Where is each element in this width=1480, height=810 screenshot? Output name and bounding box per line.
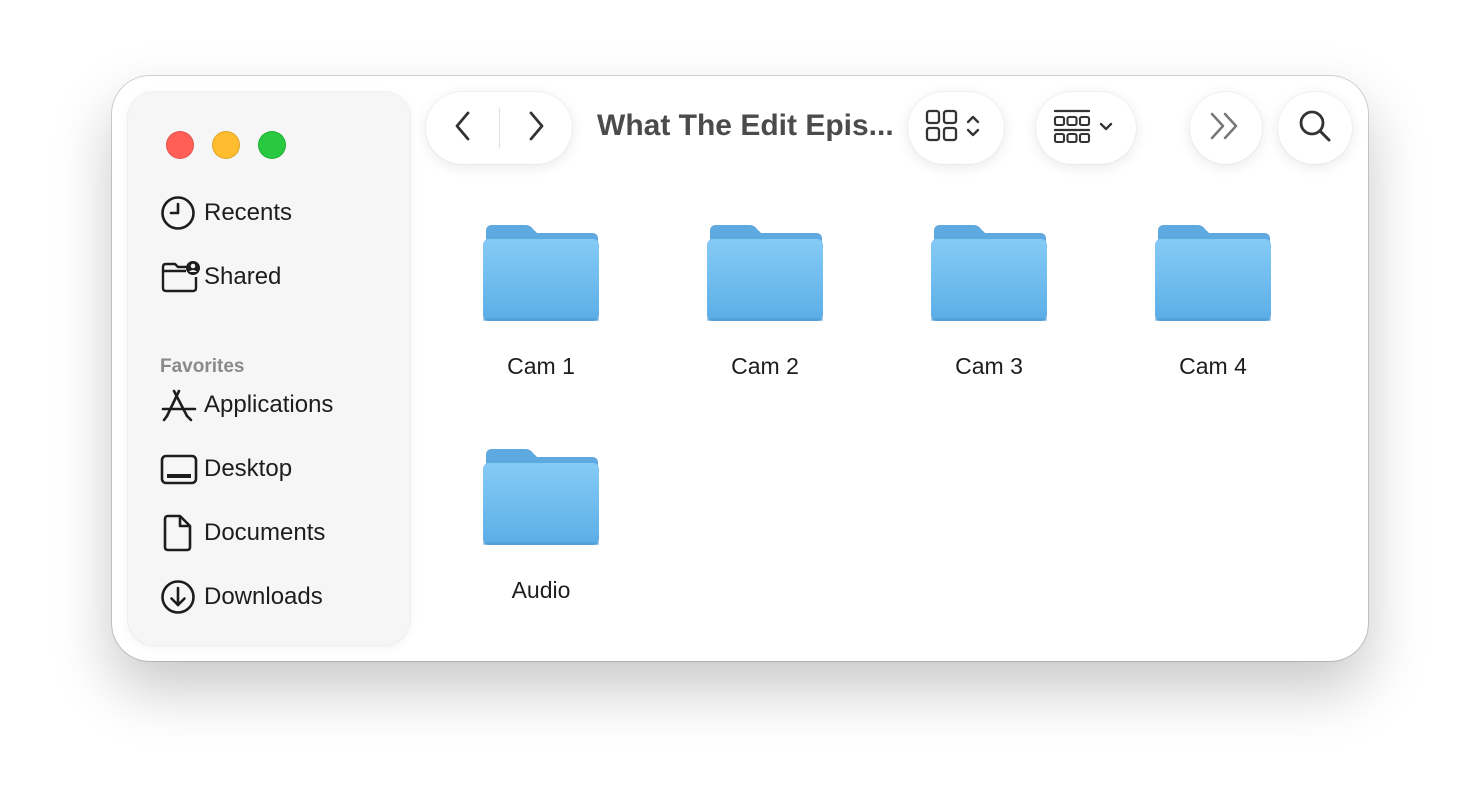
sidebar-item-recents[interactable]: Recents bbox=[160, 193, 400, 233]
folder-icon bbox=[928, 223, 1050, 323]
sidebar-item-label: Documents bbox=[204, 519, 326, 546]
view-mode-button[interactable] bbox=[908, 92, 1004, 164]
document-icon bbox=[160, 513, 200, 553]
sidebar: Recents Shared Favorites Applications De… bbox=[128, 92, 410, 645]
folder-item-cam-3[interactable]: Cam 3 bbox=[889, 223, 1089, 380]
applications-icon bbox=[160, 385, 200, 425]
sidebar-item-shared[interactable]: Shared bbox=[160, 257, 400, 297]
folder-item-cam-1[interactable]: Cam 1 bbox=[441, 223, 641, 380]
folder-icon bbox=[1152, 223, 1274, 323]
sidebar-item-desktop[interactable]: Desktop bbox=[160, 449, 400, 489]
desktop-icon bbox=[160, 449, 200, 489]
search-button[interactable] bbox=[1278, 92, 1352, 164]
folder-icon bbox=[704, 223, 826, 323]
sidebar-item-label: Downloads bbox=[204, 583, 323, 610]
chevron-right-icon bbox=[525, 110, 547, 147]
sidebar-item-label: Recents bbox=[204, 199, 293, 226]
sidebar-item-documents[interactable]: Documents bbox=[160, 513, 400, 553]
sidebar-item-label: Applications bbox=[204, 391, 334, 418]
close-window-button[interactable] bbox=[166, 131, 194, 159]
window-title: What The Edit Epis... bbox=[597, 109, 894, 142]
folder-name: Cam 1 bbox=[507, 353, 575, 379]
back-button[interactable] bbox=[427, 92, 499, 164]
more-toolbar-items-button[interactable] bbox=[1190, 92, 1262, 164]
sidebar-item-applications[interactable]: Applications bbox=[160, 385, 400, 425]
group-by-button[interactable] bbox=[1036, 92, 1136, 164]
finder-window: Recents Shared Favorites Applications De… bbox=[112, 76, 1368, 661]
forward-button[interactable] bbox=[500, 92, 572, 164]
clock-icon bbox=[160, 193, 200, 233]
navigation-group bbox=[426, 92, 572, 164]
search-icon bbox=[1298, 109, 1332, 148]
folder-item-cam-4[interactable]: Cam 4 bbox=[1113, 223, 1313, 380]
grid-view-icon bbox=[925, 108, 987, 149]
sidebar-section-favorites: Favorites bbox=[160, 356, 245, 377]
sidebar-item-label: Desktop bbox=[204, 455, 293, 482]
folder-item-cam-2[interactable]: Cam 2 bbox=[665, 223, 865, 380]
folder-name: Cam 3 bbox=[955, 353, 1023, 379]
minimize-window-button[interactable] bbox=[212, 131, 240, 159]
chevron-left-icon bbox=[452, 110, 474, 147]
sidebar-item-label: Shared bbox=[204, 263, 282, 290]
folder-name: Cam 4 bbox=[1179, 353, 1247, 379]
folder-name: Cam 2 bbox=[731, 353, 799, 379]
folder-name: Audio bbox=[511, 577, 571, 603]
zoom-window-button[interactable] bbox=[258, 131, 286, 159]
folder-icon bbox=[480, 223, 602, 323]
double-chevron-icon bbox=[1208, 111, 1244, 146]
shared-folder-icon bbox=[160, 257, 200, 297]
group-icon bbox=[1053, 108, 1119, 149]
download-icon bbox=[160, 577, 200, 617]
folder-icon bbox=[480, 447, 602, 547]
sidebar-item-downloads[interactable]: Downloads bbox=[160, 577, 400, 617]
folder-item-audio[interactable]: Audio bbox=[441, 447, 641, 604]
